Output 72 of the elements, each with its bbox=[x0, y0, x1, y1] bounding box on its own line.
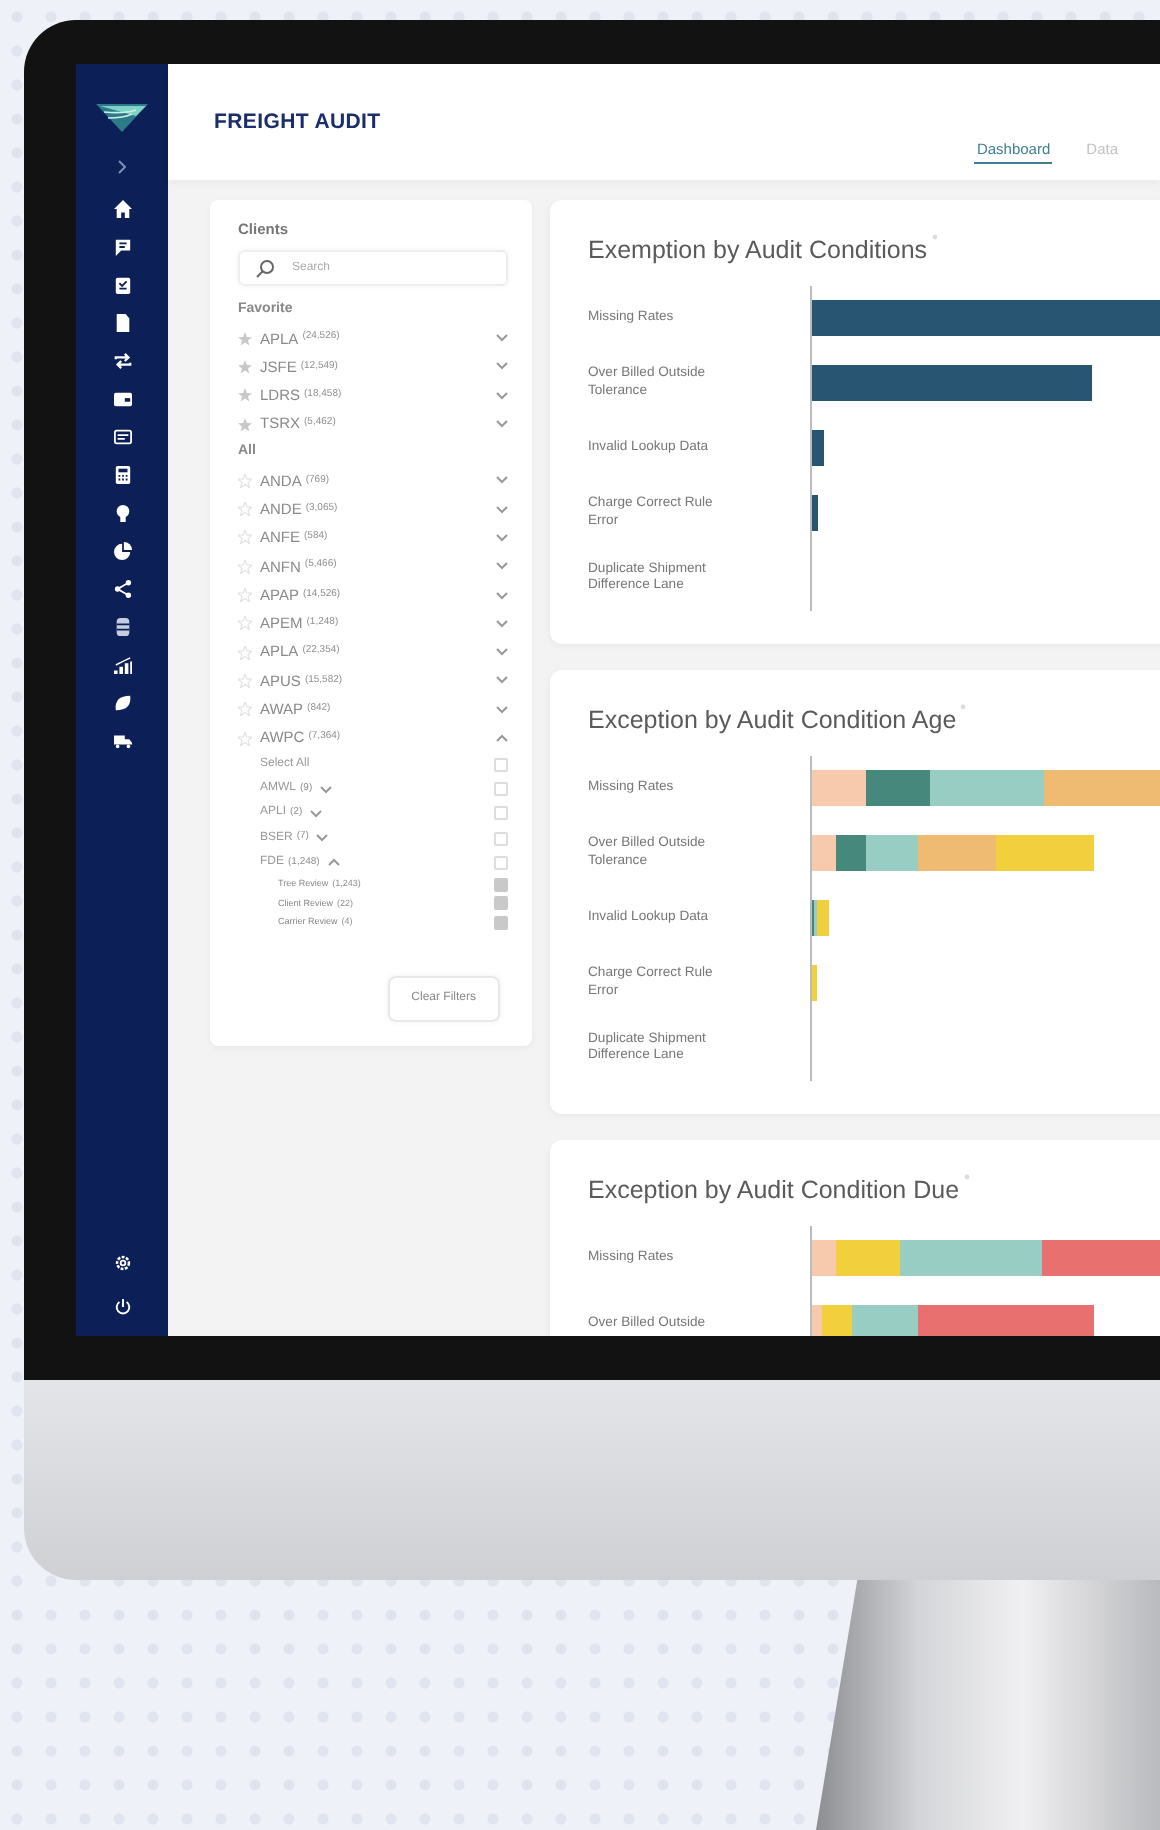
star-outline-icon[interactable] bbox=[238, 502, 252, 517]
bar-segment bbox=[1042, 1240, 1160, 1276]
power-icon[interactable] bbox=[113, 1298, 131, 1316]
checkbox[interactable] bbox=[494, 782, 508, 797]
star-outline-icon[interactable] bbox=[238, 588, 252, 603]
star-outline-icon[interactable] bbox=[238, 473, 252, 488]
clipboard-icon[interactable] bbox=[113, 276, 131, 294]
star-outline-icon[interactable] bbox=[238, 731, 252, 745]
chevron-down-icon[interactable] bbox=[316, 834, 329, 843]
truck-icon[interactable] bbox=[113, 732, 131, 750]
leaf-icon[interactable] bbox=[113, 694, 131, 712]
chevron-down-icon[interactable] bbox=[320, 785, 333, 794]
search-icon bbox=[256, 259, 274, 277]
wallet-icon[interactable] bbox=[113, 390, 131, 408]
checkbox[interactable] bbox=[494, 831, 508, 846]
checkbox[interactable] bbox=[494, 896, 508, 911]
pie-chart-icon[interactable] bbox=[113, 542, 131, 560]
star-icon[interactable] bbox=[238, 359, 252, 374]
bar-segment bbox=[812, 965, 817, 1001]
chevron-down-icon[interactable] bbox=[496, 562, 508, 571]
logo-icon bbox=[96, 104, 148, 132]
chevron-down-icon[interactable] bbox=[496, 705, 508, 714]
star-outline-icon[interactable] bbox=[238, 616, 252, 631]
share-icon[interactable] bbox=[113, 580, 131, 598]
bar-chart-icon[interactable] bbox=[113, 656, 131, 674]
chevron-down-icon[interactable] bbox=[496, 420, 508, 429]
chevron-down-icon[interactable] bbox=[496, 533, 508, 542]
chevron-right-icon[interactable] bbox=[118, 160, 126, 174]
star-outline-icon[interactable] bbox=[238, 645, 252, 660]
chart-title: Exemption by Audit Conditions bbox=[588, 234, 928, 266]
chevron-down-icon[interactable] bbox=[496, 505, 508, 514]
chevron-down-icon[interactable] bbox=[496, 334, 508, 343]
star-outline-icon[interactable] bbox=[238, 559, 252, 574]
star-outline-icon[interactable] bbox=[238, 702, 252, 717]
settings-icon[interactable] bbox=[113, 1254, 131, 1272]
home-icon[interactable] bbox=[113, 200, 131, 218]
chart-title: Exception by Audit Condition Due bbox=[588, 1174, 960, 1206]
chevron-down-icon[interactable] bbox=[496, 648, 508, 657]
document-icon[interactable] bbox=[113, 314, 131, 332]
chevron-down-icon[interactable] bbox=[496, 362, 508, 371]
chevron-down-icon[interactable] bbox=[496, 591, 508, 600]
checkbox[interactable] bbox=[494, 877, 508, 892]
chevron-down-icon[interactable] bbox=[496, 391, 508, 400]
bar-segment bbox=[1044, 770, 1160, 806]
bar-segment bbox=[996, 835, 1094, 871]
chart-title: Exception by Audit Condition Age bbox=[588, 704, 957, 736]
bar-segment bbox=[812, 430, 824, 466]
lightbulb-icon[interactable] bbox=[113, 504, 131, 522]
chevron-up-icon[interactable] bbox=[327, 858, 340, 867]
checkbox[interactable] bbox=[494, 915, 508, 930]
bar-segment bbox=[812, 495, 818, 531]
star-icon[interactable] bbox=[238, 417, 252, 432]
calculator-icon[interactable] bbox=[113, 466, 131, 484]
card-icon[interactable] bbox=[113, 428, 131, 446]
checkbox[interactable] bbox=[494, 757, 508, 772]
chevron-down-icon[interactable] bbox=[496, 476, 508, 485]
app-title: FREIGHT AUDIT bbox=[214, 108, 381, 136]
chevron-down-icon[interactable] bbox=[310, 809, 323, 818]
star-icon[interactable] bbox=[238, 331, 252, 346]
chat-icon[interactable] bbox=[113, 238, 131, 256]
chevron-down-icon[interactable] bbox=[496, 619, 508, 628]
checkbox[interactable] bbox=[494, 806, 508, 821]
star-outline-icon[interactable] bbox=[238, 673, 252, 688]
bar-segment bbox=[812, 770, 866, 806]
swap-arrows-icon[interactable] bbox=[113, 352, 131, 370]
star-outline-icon[interactable] bbox=[238, 530, 252, 545]
bar-segment bbox=[812, 835, 836, 871]
chevron-up-icon[interactable] bbox=[496, 734, 508, 742]
chevron-down-icon[interactable] bbox=[496, 676, 508, 685]
checkbox[interactable] bbox=[494, 855, 508, 870]
star-icon[interactable] bbox=[238, 388, 252, 403]
database-icon[interactable] bbox=[113, 618, 131, 636]
